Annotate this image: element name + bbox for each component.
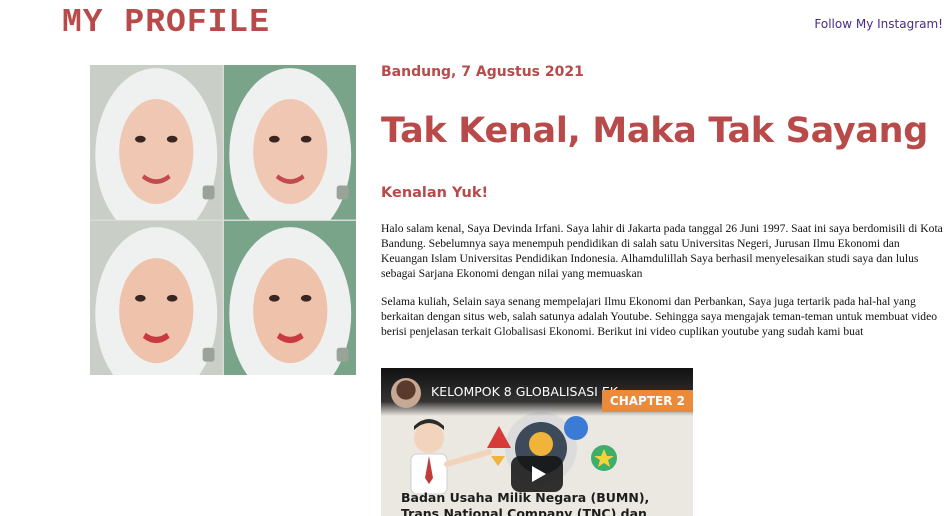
profile-photo bbox=[223, 220, 356, 375]
post-subtitle: Kenalan Yuk! bbox=[381, 185, 489, 201]
video-caption: Badan Usaha Milik Negara (BUMN), Trans N… bbox=[401, 490, 650, 516]
profile-photo bbox=[90, 220, 223, 375]
instagram-link[interactable]: Follow My Instagram! bbox=[814, 17, 943, 31]
post-date: Bandung, 7 Agustus 2021 bbox=[381, 64, 584, 80]
post-title: Tak Kenal, Maka Tak Sayang bbox=[381, 111, 929, 151]
channel-avatar[interactable] bbox=[391, 378, 421, 408]
play-icon[interactable] bbox=[511, 456, 563, 492]
chapter-badge: CHAPTER 2 bbox=[601, 390, 693, 412]
video-title[interactable]: KELOMPOK 8 GLOBALISASI EK... bbox=[431, 384, 630, 399]
profile-photo bbox=[223, 65, 356, 220]
intro-paragraph: Halo salam kenal, Saya Devinda Irfani. S… bbox=[381, 222, 943, 280]
study-paragraph: Selama kuliah, Selain saya senang mempel… bbox=[381, 295, 938, 338]
youtube-video-embed[interactable]: KELOMPOK 8 GLOBALISASI EK... CHAPTER 2 B… bbox=[381, 368, 693, 516]
profile-photo bbox=[90, 65, 223, 220]
profile-photo-collage bbox=[90, 65, 356, 375]
site-title: MY PROFILE bbox=[62, 4, 271, 41]
